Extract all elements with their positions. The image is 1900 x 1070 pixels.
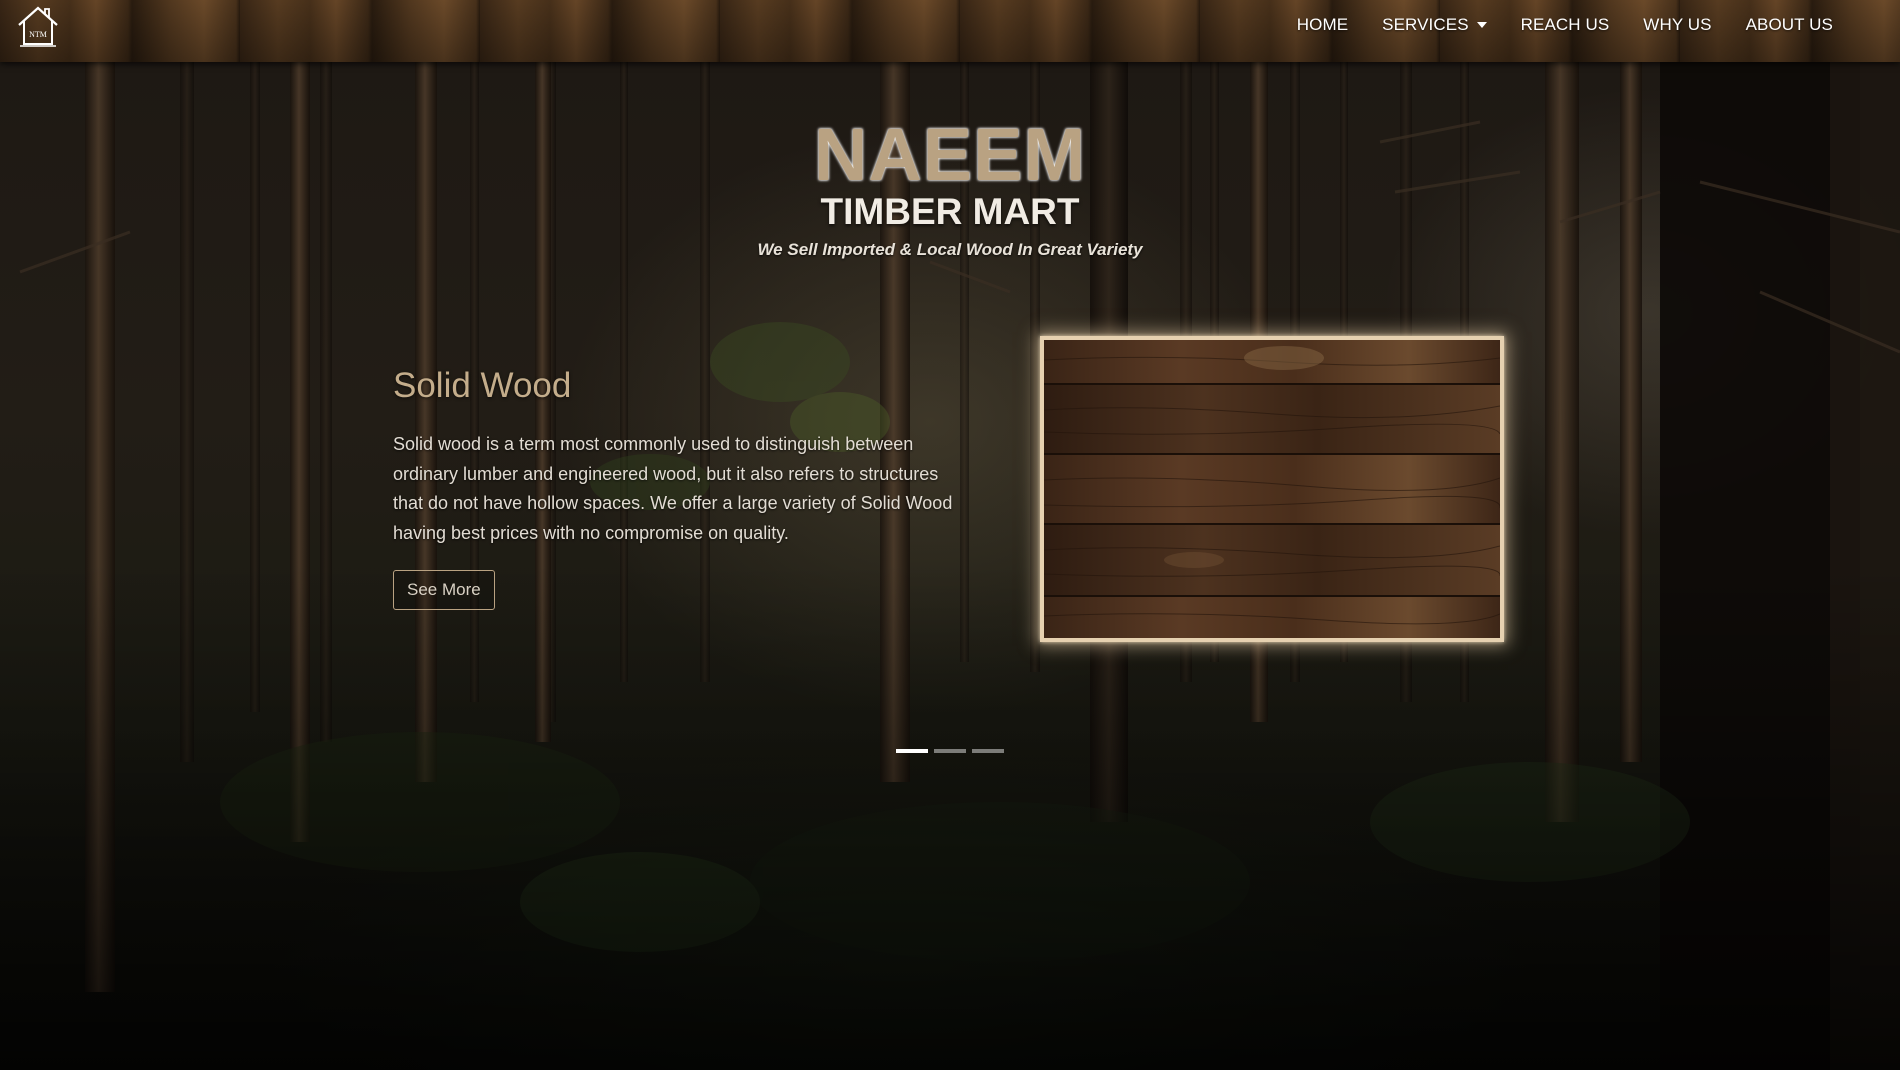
nav-home-label: HOME xyxy=(1296,15,1349,34)
brand-header: NAEEM TIMBER MART We Sell Imported & Loc… xyxy=(0,118,1900,260)
nav-about-us-link[interactable]: ABOUT US xyxy=(1729,2,1850,48)
nav-reach-us-label: REACH US xyxy=(1520,15,1610,34)
carousel-slide-text: Solid Wood Solid wood is a term most com… xyxy=(393,366,953,610)
slide-description: Solid wood is a term most commonly used … xyxy=(393,434,953,543)
nav-why-us-link[interactable]: WHY US xyxy=(1626,2,1728,48)
caret-down-icon xyxy=(1476,22,1487,28)
carousel-indicators xyxy=(896,749,1004,753)
slide-title: Solid Wood xyxy=(393,366,572,405)
page: NTM HOME SERVICES REACH US WHY US ABOUT … xyxy=(0,0,1900,1070)
nav-reach-us-link[interactable]: REACH US xyxy=(1504,2,1627,48)
carousel-indicator-3[interactable] xyxy=(972,749,1004,753)
nav-menu: HOME SERVICES REACH US WHY US ABOUT US xyxy=(1280,0,1850,50)
nav-why-us-label: WHY US xyxy=(1643,15,1712,34)
wood-planks-image xyxy=(1044,340,1500,638)
brand-tagline: We Sell Imported & Local Wood In Great V… xyxy=(757,240,1143,259)
logo-house-icon[interactable]: NTM xyxy=(14,2,62,50)
nav-services-label: SERVICES xyxy=(1382,15,1469,34)
logo-text: NTM xyxy=(29,30,47,39)
slide-image xyxy=(1040,336,1504,642)
carousel-indicator-1[interactable] xyxy=(896,749,928,753)
brand-subtitle: TIMBER MART xyxy=(820,191,1080,232)
nav-about-us-label: ABOUT US xyxy=(1745,15,1833,34)
see-more-button[interactable]: See More xyxy=(393,570,495,610)
carousel-indicator-2[interactable] xyxy=(934,749,966,753)
nav-home-link[interactable]: HOME xyxy=(1280,2,1365,48)
brand-name: NAEEM xyxy=(813,113,1087,196)
navbar: NTM HOME SERVICES REACH US WHY US ABOUT … xyxy=(0,0,1900,62)
nav-services-dropdown[interactable]: SERVICES xyxy=(1365,2,1503,48)
